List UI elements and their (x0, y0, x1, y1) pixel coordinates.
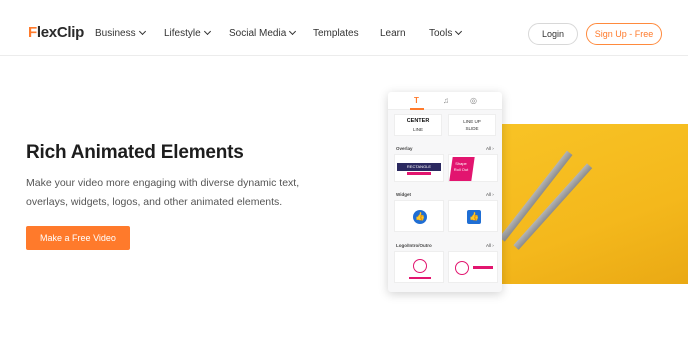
logo-underline (409, 277, 431, 279)
music-icon[interactable]: ♫ (443, 96, 449, 105)
element-icon[interactable]: ◎ (470, 96, 477, 105)
nav-item-tools[interactable]: Tools (429, 27, 463, 39)
text-card-center-line[interactable]: CENTER LINE (394, 114, 442, 136)
hero-description: Make your video more engaging with diver… (26, 177, 300, 208)
make-free-video-button[interactable]: Make a Free Video (26, 226, 130, 250)
nav-item-learn[interactable]: Learn (380, 28, 406, 39)
widget-card-like[interactable]: 👍 (394, 200, 444, 232)
panel-tabs: T ♫ ◎ (388, 92, 502, 110)
top-nav: FlexClip Business Lifestyle Social Media… (0, 0, 688, 56)
section-label-overlay: Overlay (396, 146, 413, 151)
text-icon[interactable]: T (414, 96, 419, 105)
nav-item-business[interactable]: Business (95, 27, 146, 39)
nav-item-label: Social Media (229, 28, 287, 39)
overlay-all-link[interactable]: All › (486, 146, 494, 151)
section-label-widget: Widget (396, 192, 411, 197)
card-subtitle: Roll Out (453, 167, 469, 172)
chevron-down-icon (203, 27, 211, 36)
logo-text: lexClip (36, 24, 84, 41)
card-subtitle: SLIDE (465, 126, 479, 131)
logo-card-badge[interactable] (448, 251, 498, 283)
login-button[interactable]: Login (528, 23, 578, 45)
nav-item-label: Business (95, 28, 136, 39)
card-title: RECTANGLE (406, 164, 432, 169)
nav-item-label: Tools (429, 28, 453, 39)
widget-all-link[interactable]: All › (486, 192, 494, 197)
section-label-logo: Logo/Intro/Outro (396, 243, 432, 248)
active-tab-indicator (410, 108, 424, 110)
logo-card-circle[interactable] (394, 251, 444, 283)
accent-bar (407, 172, 431, 175)
nav-item-social-media[interactable]: Social Media (229, 27, 297, 39)
text-card-line-up-slide[interactable]: LINE UP SLIDE (448, 114, 496, 136)
signup-button[interactable]: Sign Up - Free (586, 23, 662, 45)
thumbs-up-icon: 👍 (413, 210, 427, 224)
nav-item-label: Learn (380, 28, 406, 39)
card-title: LINE UP (463, 119, 481, 124)
chevron-down-icon (455, 27, 463, 36)
yellow-pencil-image (500, 124, 688, 284)
logo-all-link[interactable]: All › (486, 243, 494, 248)
logo-letter: F (28, 24, 37, 41)
flexclip-logo[interactable]: FlexClip (28, 24, 84, 41)
chevron-down-icon (289, 27, 297, 36)
chevron-down-icon (138, 27, 146, 36)
circle-logo-icon (455, 261, 469, 275)
nav-item-label: Templates (313, 28, 359, 39)
card-title: Shape (455, 161, 467, 166)
card-subtitle: LINE (412, 127, 423, 132)
element-panel-mockup: T ♫ ◎ CENTER LINE LINE UP SLIDE Overlay … (388, 92, 502, 292)
logo-text-bar (473, 266, 493, 269)
circle-logo-icon (413, 259, 427, 273)
hero-title: Rich Animated Elements (26, 142, 244, 163)
thumbs-up-icon: 👍 (467, 210, 481, 224)
nav-item-lifestyle[interactable]: Lifestyle (164, 27, 211, 39)
nav-item-label: Lifestyle (164, 28, 201, 39)
card-title: CENTER (406, 118, 430, 124)
widget-card-like-square[interactable]: 👍 (448, 200, 498, 232)
overlay-card-shape-roll-out[interactable]: Shape Roll Out (448, 154, 498, 182)
nav-item-templates[interactable]: Templates (313, 28, 359, 39)
